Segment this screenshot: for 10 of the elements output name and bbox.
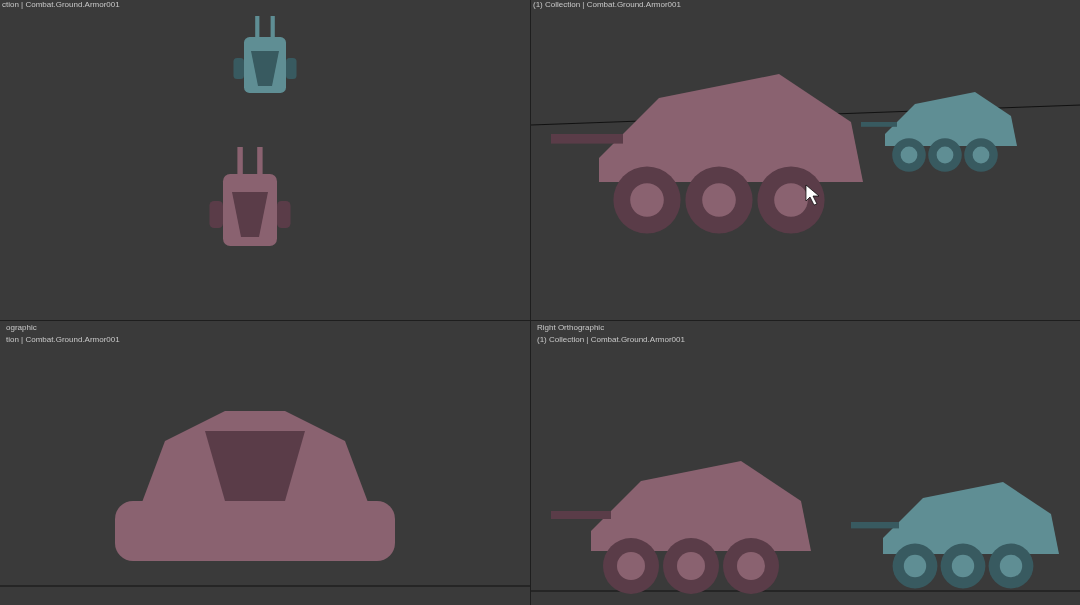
viewport-label: (1) Collection | Combat.Ground.Armor001 [537,335,685,344]
viewport[interactable]: Right Orthographic (1) Collection | Combat.Ground.Armor001 [531,321,1080,605]
viewport-label: ction | Combat.Ground.Armor001 [2,0,120,9]
viewport-label: ographic [6,323,38,332]
viewport[interactable]: ction | Combat.Ground.Armor001 [0,0,530,320]
viewport-label: (1) Collection | Combat.Ground.Armor001 [533,0,681,9]
viewport[interactable]: ographic tion | Combat.Ground.Armor001 [0,321,530,605]
viewport[interactable]: (1) Collection | Combat.Ground.Armor001 [531,0,1080,320]
viewport-label: tion | Combat.Ground.Armor001 [6,335,120,344]
viewport-label: Right Orthographic [537,323,606,332]
